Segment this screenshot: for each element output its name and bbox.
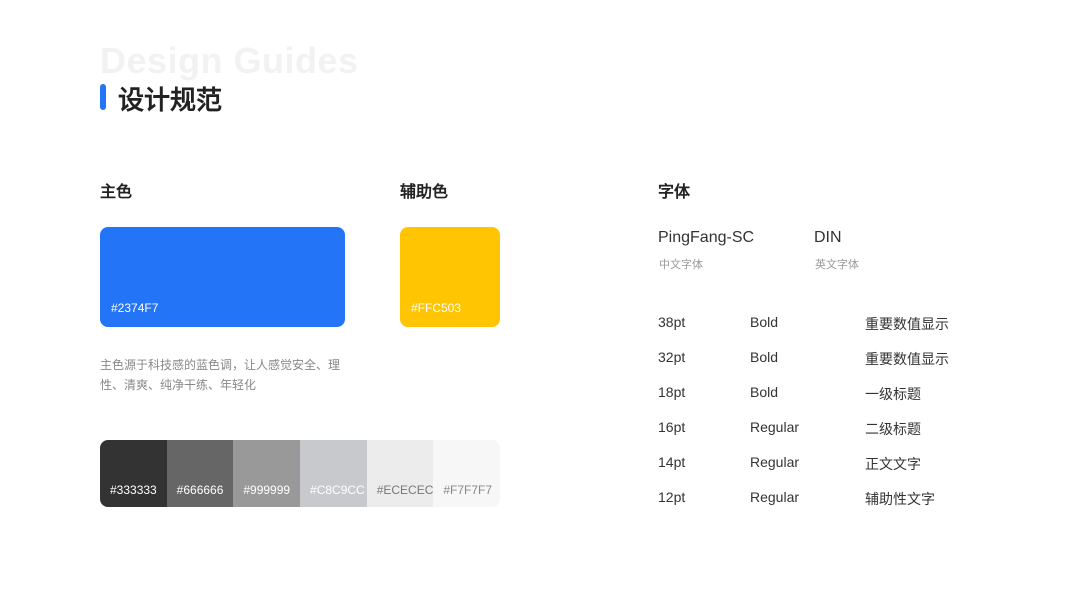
primary-color-swatch: #2374F7	[100, 227, 345, 327]
type-scale-row: 18pt Bold 一级标题	[658, 384, 998, 404]
font-sub-english: 英文字体	[815, 259, 859, 271]
title-accent-bar	[100, 84, 106, 110]
gray-swatch: #F7F7F7	[433, 440, 500, 507]
type-weight: Bold	[750, 349, 779, 365]
gray-swatch-code: #C8C9CC	[310, 483, 365, 497]
type-usage: 重要数值显示	[865, 316, 949, 332]
type-size: 32pt	[658, 349, 686, 365]
typography-label: 字体	[658, 184, 691, 201]
font-name-chinese: PingFang-SC	[658, 229, 755, 246]
primary-color-label: 主色	[100, 184, 133, 201]
font-sub-chinese: 中文字体	[659, 259, 703, 271]
gray-swatch: #999999	[233, 440, 301, 507]
secondary-color-label: 辅助色	[400, 184, 449, 201]
page-title: 设计规范	[118, 85, 223, 115]
type-usage: 一级标题	[865, 386, 921, 402]
font-name-english: DIN	[814, 229, 842, 246]
type-usage: 辅助性文字	[865, 491, 935, 507]
type-scale-row: 14pt Regular 正文文字	[658, 454, 998, 474]
type-scale-row: 38pt Bold 重要数值显示	[658, 314, 998, 334]
type-weight: Regular	[750, 419, 800, 435]
gray-swatch: #C8C9CC	[300, 440, 367, 507]
gray-swatch-code: #666666	[176, 483, 224, 497]
gray-swatch-code: #ECECEC	[376, 483, 434, 497]
type-usage: 二级标题	[865, 421, 921, 437]
type-weight: Regular	[750, 454, 800, 470]
type-weight: Regular	[750, 489, 800, 505]
gray-swatch: #ECECEC	[366, 440, 434, 507]
gray-scale-palette: #333333 #666666 #999999 #C8C9CC #ECECEC …	[100, 440, 500, 507]
secondary-color-code: #FFC503	[411, 301, 462, 315]
type-size: 18pt	[658, 384, 686, 400]
type-scale-row: 32pt Bold 重要数值显示	[658, 349, 998, 369]
type-size: 38pt	[658, 314, 686, 330]
type-weight: Bold	[750, 314, 779, 330]
type-usage: 正文文字	[865, 456, 921, 472]
type-usage: 重要数值显示	[865, 351, 949, 367]
type-size: 16pt	[658, 419, 686, 435]
type-size: 12pt	[658, 489, 686, 505]
primary-color-code: #2374F7	[111, 301, 159, 315]
gray-swatch-code: #333333	[110, 483, 157, 497]
gray-swatch: #333333	[100, 440, 167, 507]
primary-color-description: 主色源于科技感的蓝色调，让人感觉安全、理性、清爽、纯净干练、年轻化	[100, 358, 341, 392]
ghost-title: Design Guides	[100, 40, 359, 81]
type-scale-row: 12pt Regular 辅助性文字	[658, 489, 998, 509]
gray-swatch-code: #F7F7F7	[443, 483, 493, 497]
gray-swatch-code: #999999	[243, 483, 291, 497]
type-size: 14pt	[658, 454, 686, 470]
type-weight: Bold	[750, 384, 779, 400]
secondary-color-swatch: #FFC503	[400, 227, 500, 327]
type-scale-row: 16pt Regular 二级标题	[658, 419, 998, 439]
gray-swatch: #666666	[166, 440, 234, 507]
